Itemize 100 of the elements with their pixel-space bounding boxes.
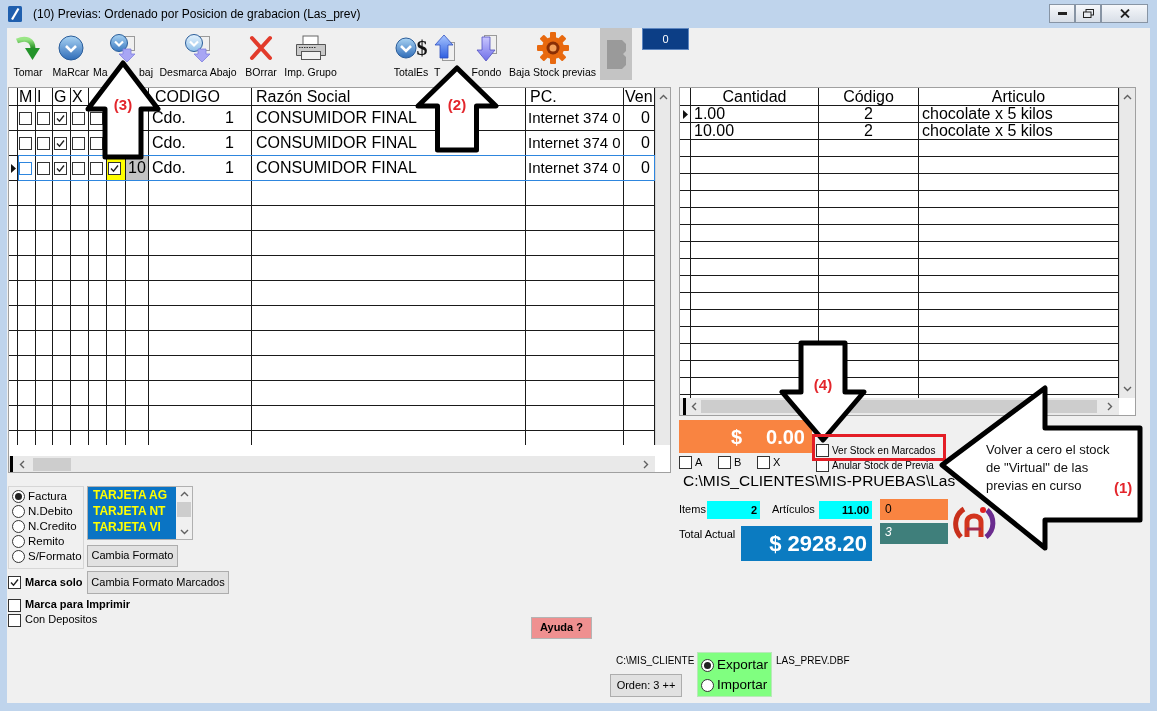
option-label: Exportar [717,656,769,674]
total-value: $ 2928.20 [741,526,872,561]
items-label: Items [679,502,707,517]
checkbox[interactable] [72,136,85,150]
table-cell: Cdo. [152,134,186,152]
format-marked-button[interactable]: Cambia Formato Marcados [87,571,229,594]
checkbox[interactable] [679,456,692,470]
toolbar-button[interactable]: T [434,30,456,78]
checkbox[interactable] [19,161,32,175]
table-row[interactable]: 10.00 2 chocolate x 5 kilos [680,123,1119,140]
checkbox[interactable] [54,136,67,150]
order-button[interactable]: Orden: 3 ++ [610,674,682,698]
maximize-button[interactable] [1075,4,1101,23]
chevron-down-icon [394,37,417,59]
minimize-button[interactable] [1049,4,1075,23]
toolbar-button[interactable]: MaRcar [52,30,90,78]
amount-value: 0.00 [766,424,805,449]
checkbox[interactable] [19,111,32,125]
checkbox[interactable] [757,456,770,470]
toolbar-button[interactable]: BOrrar [244,30,278,78]
counter-value: 3 [880,523,948,544]
total-label: Total Actual [679,528,737,542]
toolbar-button[interactable]: $ TotalEs [393,30,429,78]
option-label: S/Formato [28,549,82,564]
close-icon [1119,9,1130,18]
table-row[interactable]: 1.00 2 chocolate x 5 kilos [680,106,1119,123]
toolbar-button[interactable]: Ma baj [93,30,153,78]
toolbar-button[interactable]: Fondo [470,30,503,78]
radio-button[interactable] [12,505,25,518]
table-cell: 1 [225,159,234,177]
scrollbar[interactable] [655,88,670,445]
radio-button[interactable] [701,658,714,672]
scrollbar[interactable] [9,456,655,472]
table-cell: 10.00 [691,123,819,139]
scroll-right-icon[interactable] [1107,402,1113,411]
scrollbar[interactable] [176,487,192,539]
help-button[interactable]: Ayuda ? [531,617,592,639]
table-row[interactable]: 10 Cdo. 1 CONSUMIDOR FINAL Internet 374 0 0 [9,156,655,181]
toolbar-button[interactable]: Baja Stock previas [507,30,598,78]
checkbox[interactable] [8,613,21,627]
checkbox[interactable] [816,444,829,457]
checkbox-label: Con Depositos [25,613,98,627]
checkbox[interactable] [90,136,103,150]
checkbox[interactable] [54,111,67,125]
minimize-icon [1057,12,1067,15]
radio-button[interactable] [12,550,25,563]
checkbox-label: Marca para Imprimir [25,598,131,612]
radio-button[interactable] [12,535,25,548]
list-item[interactable]: TARJETA VI [88,519,176,535]
table-cell: Internet 374 0 [526,106,624,130]
checkbox[interactable] [19,136,32,150]
scrollbar-thumb[interactable] [33,457,71,471]
scroll-down-icon[interactable] [179,529,189,535]
scroll-up-icon[interactable] [179,491,189,497]
checkbox[interactable] [108,161,121,175]
splitter-bar [10,456,13,472]
checkbox[interactable] [718,456,731,470]
table-cell: 1.00 [691,106,819,122]
list-item[interactable]: TARJETA NT [88,503,176,519]
checkbox[interactable] [54,161,67,175]
toolbar-button[interactable]: Imp. Grupo [283,30,338,78]
scroll-right-icon[interactable] [643,459,649,469]
list-item[interactable]: TARJETA AG [88,487,176,503]
checkbox[interactable] [37,161,50,175]
scroll-left-icon[interactable] [691,402,697,411]
callout-text: Volver a cero el stock de "Virtual" de las previas en curso [986,441,1111,495]
list-box[interactable]: TARJETA AG TARJETA NT TARJETA VI [87,486,193,540]
format-button[interactable]: Cambia Formato [87,545,178,567]
column-header: Código [819,88,919,105]
radio-button[interactable] [12,520,25,533]
restore-icon [1082,9,1094,18]
splitter-bar [683,398,686,415]
scroll-up-icon[interactable] [1123,94,1132,100]
toolbar-button[interactable]: Tomar [9,30,47,78]
file-path-text: C:\MIS_CLIENTES\MIS-PRUEBAS\Las [682,472,956,490]
toolbar-button[interactable]: Desmarca Abajo [157,30,239,78]
checkbox-label: Ver Stock en Marcados [832,444,936,457]
scrollbar-thumb[interactable] [177,502,191,517]
checkbox[interactable] [72,161,85,175]
table-cell: Cdo. [152,159,186,177]
scroll-left-icon[interactable] [19,459,25,469]
checkbox[interactable] [8,598,21,612]
checkbox[interactable] [37,136,50,150]
checkbox[interactable] [72,111,85,125]
table-cell: 2 [819,106,919,122]
scrollbar[interactable] [1119,88,1135,398]
radio-button[interactable] [12,490,25,503]
checkbox-label: B [734,456,742,470]
checkbox[interactable] [37,111,50,125]
radio-button[interactable] [701,678,714,692]
close-button[interactable] [1101,4,1148,23]
scroll-up-icon[interactable] [658,94,668,100]
checkbox[interactable] [90,161,103,175]
articles-value: 11.00 [819,500,872,519]
checkbox[interactable] [8,576,21,589]
printer-icon [293,34,328,62]
items-value: 2 [707,500,760,519]
scroll-down-icon[interactable] [1123,386,1132,392]
up-arrow-icon [434,33,456,63]
row-pointer-icon [10,163,16,173]
